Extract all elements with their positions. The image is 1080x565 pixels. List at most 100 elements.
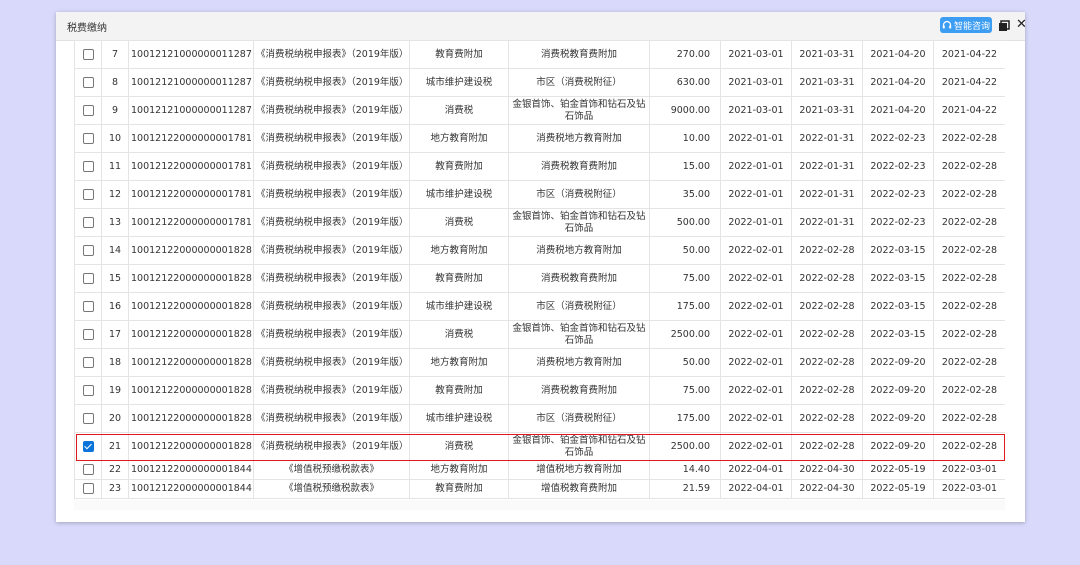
row-number-cell: 19 (101, 376, 129, 405)
row-checkbox[interactable] (82, 104, 94, 116)
table-row[interactable]: 13 10012122000000001781 《消费税纳税申报表》（2019年版）… (74, 208, 1005, 237)
row-checkbox[interactable] (82, 216, 94, 228)
row-select-cell (74, 320, 102, 349)
row-checkbox[interactable] (82, 483, 94, 494)
row-checkbox[interactable] (82, 356, 94, 368)
row-checkbox[interactable] (82, 132, 94, 144)
tax-type-cell: 城市维护建设税 (409, 292, 509, 321)
period-end-cell: 2022-01-31 (791, 152, 863, 181)
tax-amount-cell: 75.00 (649, 376, 721, 405)
period-end-cell: 2022-02-28 (791, 376, 863, 405)
tax-amount-cell: 175.00 (649, 292, 721, 321)
row-checkbox[interactable] (82, 464, 94, 475)
tax-type-cell: 城市维护建设税 (409, 404, 509, 433)
table-row[interactable]: 9 10012121000000011287 《消费税纳税申报表》（2019年版）消… (74, 96, 1005, 125)
row-checkbox[interactable] (82, 244, 94, 256)
horizontal-scrollbar[interactable] (74, 500, 1005, 510)
row-select-cell (74, 460, 102, 480)
report-name-cell: 《消费税纳税申报表》（2019年版） (253, 404, 410, 433)
row-checkbox[interactable] (82, 384, 94, 396)
table-row[interactable]: 7 10012121000000011287 《消费税纳税申报表》（2019年版）教… (74, 40, 1005, 69)
row-number-cell: 21 (101, 432, 129, 461)
tax-id-cell: 10012122000000001828 (128, 320, 254, 349)
table-row[interactable]: 10 10012122000000001781 《消费税纳税申报表》（2019年版）… (74, 124, 1005, 153)
period-start-cell: 2022-01-01 (720, 180, 792, 209)
row-checkbox[interactable] (82, 440, 94, 452)
period-end-cell: 2022-01-31 (791, 180, 863, 209)
tax-id-cell: 10012121000000011287 (128, 96, 254, 125)
tax-type-cell: 教育费附加 (409, 264, 509, 293)
row-checkbox[interactable] (82, 412, 94, 424)
tax-amount-cell: 14.40 (649, 460, 721, 480)
deadline-date-cell: 2022-05-19 (862, 479, 934, 499)
report-name-cell: 《消费税纳税申报表》（2019年版） (253, 376, 410, 405)
table-row[interactable]: 22 10012122000000001844 《增值税预缴税款表》 地方教育附加 增值… (74, 460, 1005, 480)
tax-id-cell: 10012122000000001844 (128, 460, 254, 480)
tax-id-cell: 10012122000000001844 (128, 479, 254, 499)
tax-type-cell: 地方教育附加 (409, 124, 509, 153)
table-row[interactable]: 16 10012122000000001828 《消费税纳税申报表》（2019年版）… (74, 292, 1005, 321)
declare-date-cell: 2022-03-01 (933, 460, 1005, 480)
tax-item-cell: 消费税教育费附加 (508, 152, 650, 181)
smart-consult-button[interactable]: 智能咨询 (940, 17, 992, 33)
deadline-date-cell: 2022-09-20 (862, 348, 934, 377)
declare-date-cell: 2022-02-28 (933, 292, 1005, 321)
tax-amount-cell: 175.00 (649, 404, 721, 433)
row-select-cell (74, 96, 102, 125)
period-start-cell: 2022-02-01 (720, 292, 792, 321)
table-row[interactable]: 17 10012122000000001828 《消费税纳税申报表》（2019年版）… (74, 320, 1005, 349)
tax-amount-cell: 50.00 (649, 236, 721, 265)
period-end-cell: 2022-02-28 (791, 320, 863, 349)
row-number-cell: 20 (101, 404, 129, 433)
tax-item-cell: 市区（消费税附征） (508, 68, 650, 97)
period-end-cell: 2022-02-28 (791, 432, 863, 461)
restore-window-icon[interactable] (998, 20, 1010, 32)
tax-type-cell: 教育费附加 (409, 479, 509, 499)
row-checkbox[interactable] (82, 48, 94, 60)
tax-type-cell: 地方教育附加 (409, 236, 509, 265)
close-icon[interactable]: ✕ (1016, 18, 1025, 32)
tax-amount-cell: 35.00 (649, 180, 721, 209)
table-row[interactable]: 14 10012122000000001828 《消费税纳税申报表》（2019年版）… (74, 236, 1005, 265)
table-row[interactable]: 20 10012122000000001828 《消费税纳税申报表》（2019年版）… (74, 404, 1005, 433)
tax-id-cell: 10012122000000001828 (128, 404, 254, 433)
table-row[interactable]: 19 10012122000000001828 《消费税纳税申报表》（2019年版）… (74, 376, 1005, 405)
tax-item-cell: 消费税教育费附加 (508, 40, 650, 69)
row-checkbox[interactable] (82, 328, 94, 340)
tax-item-cell: 市区（消费税附征） (508, 180, 650, 209)
declare-date-cell: 2021-04-22 (933, 68, 1005, 97)
row-number-cell: 8 (101, 68, 129, 97)
table-row[interactable]: 15 10012122000000001828 《消费税纳税申报表》（2019年版）… (74, 264, 1005, 293)
report-name-cell: 《消费税纳税申报表》（2019年版） (253, 236, 410, 265)
row-checkbox[interactable] (82, 188, 94, 200)
period-start-cell: 2021-03-01 (720, 40, 792, 69)
table-row[interactable]: 18 10012122000000001828 《消费税纳税申报表》（2019年版）… (74, 348, 1005, 377)
tax-type-cell: 消费税 (409, 320, 509, 349)
table-row[interactable]: 23 10012122000000001844 《增值税预缴税款表》 教育费附加 增值税… (74, 479, 1005, 499)
row-number-cell: 11 (101, 152, 129, 181)
tax-type-cell: 教育费附加 (409, 40, 509, 69)
table-row[interactable]: 11 10012122000000001781 《消费税纳税申报表》（2019年版）… (74, 152, 1005, 181)
declare-date-cell: 2022-02-28 (933, 348, 1005, 377)
tax-item-cell: 金银首饰、铂金首饰和钻石及钻石饰品 (508, 432, 650, 461)
table-row[interactable]: 21 10012122000000001828 《消费税纳税申报表》（2019年版）… (74, 432, 1005, 461)
row-checkbox[interactable] (82, 160, 94, 172)
tax-type-cell: 地方教育附加 (409, 460, 509, 480)
tax-item-cell: 消费税地方教育附加 (508, 348, 650, 377)
row-checkbox[interactable] (82, 272, 94, 284)
table-row[interactable]: 8 10012121000000011287 《消费税纳税申报表》（2019年版）城… (74, 68, 1005, 97)
period-start-cell: 2022-02-01 (720, 376, 792, 405)
report-name-cell: 《消费税纳税申报表》（2019年版） (253, 124, 410, 153)
deadline-date-cell: 2021-04-20 (862, 40, 934, 69)
period-start-cell: 2022-02-01 (720, 348, 792, 377)
table-row[interactable]: 12 10012122000000001781 《消费税纳税申报表》（2019年版）… (74, 180, 1005, 209)
tax-item-cell: 市区（消费税附征） (508, 292, 650, 321)
declare-date-cell: 2022-02-28 (933, 376, 1005, 405)
row-select-cell (74, 264, 102, 293)
row-number-cell: 18 (101, 348, 129, 377)
row-select-cell (74, 348, 102, 377)
row-checkbox[interactable] (82, 300, 94, 312)
period-end-cell: 2022-02-28 (791, 292, 863, 321)
tax-id-cell: 10012122000000001828 (128, 432, 254, 461)
row-checkbox[interactable] (82, 76, 94, 88)
